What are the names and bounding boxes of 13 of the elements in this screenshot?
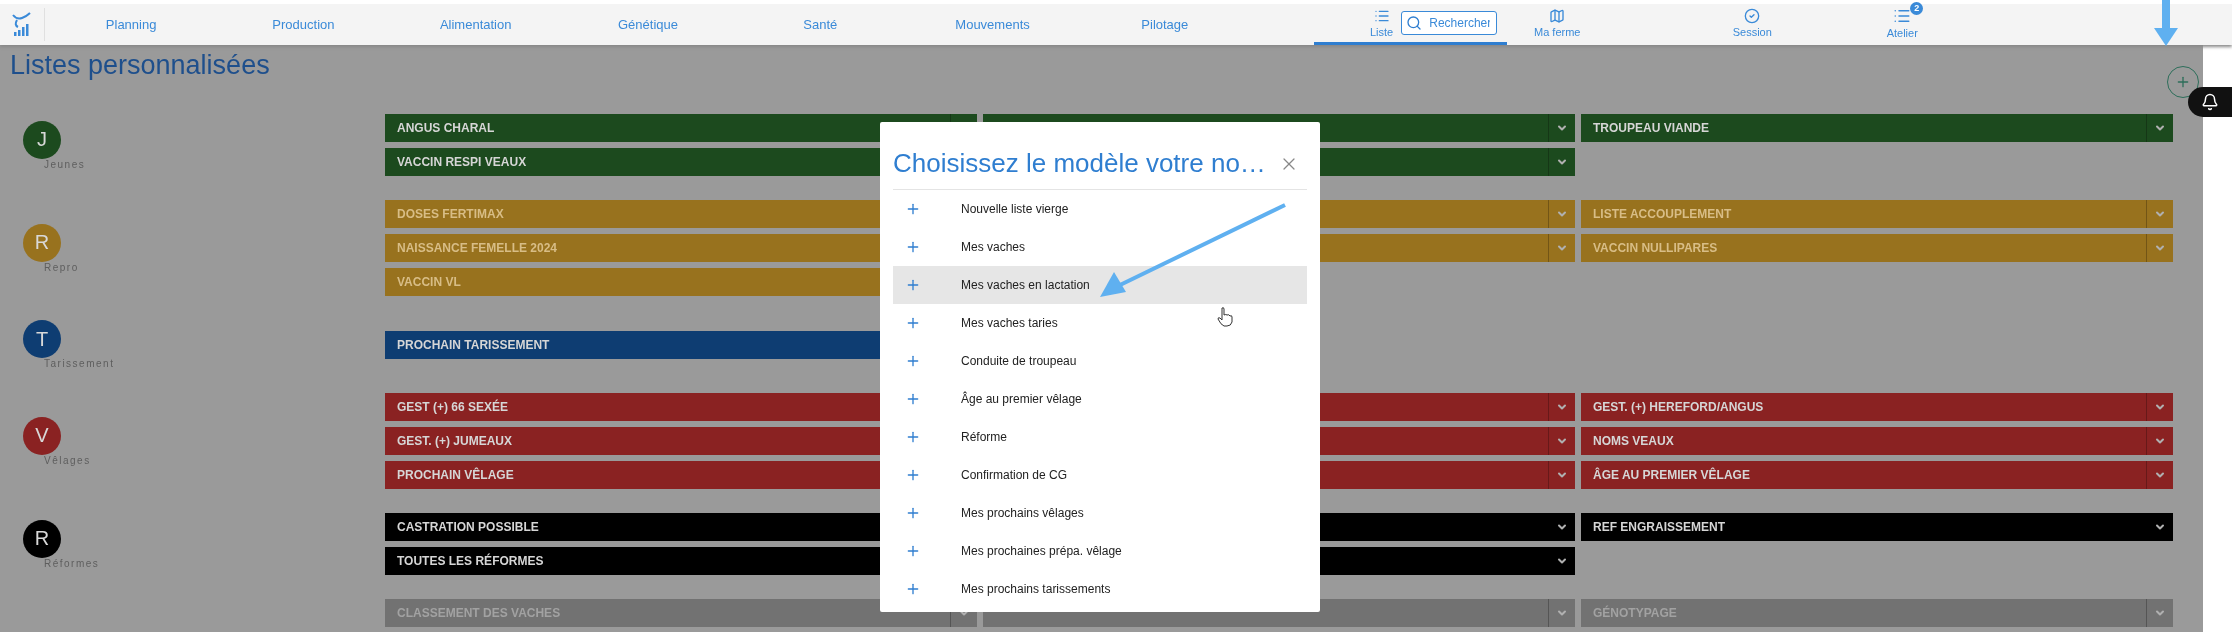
group-name: Repro	[44, 261, 80, 273]
group-avatar: V	[23, 416, 61, 455]
count-badge: 2	[1910, 2, 1924, 15]
tab-label: Liste	[1370, 26, 1394, 38]
group-avatar: R	[23, 223, 61, 262]
group-name: Tarissement	[44, 358, 116, 369]
page-title: Listes personnalisées	[9, 49, 270, 81]
group-name: Jeunes	[44, 158, 87, 170]
group-avatar: J	[23, 120, 61, 159]
group-name: Réformes	[44, 557, 101, 569]
group-avatar: R	[23, 519, 61, 558]
group-name: Vêlages	[44, 454, 92, 466]
group-avatar: T	[23, 320, 61, 358]
